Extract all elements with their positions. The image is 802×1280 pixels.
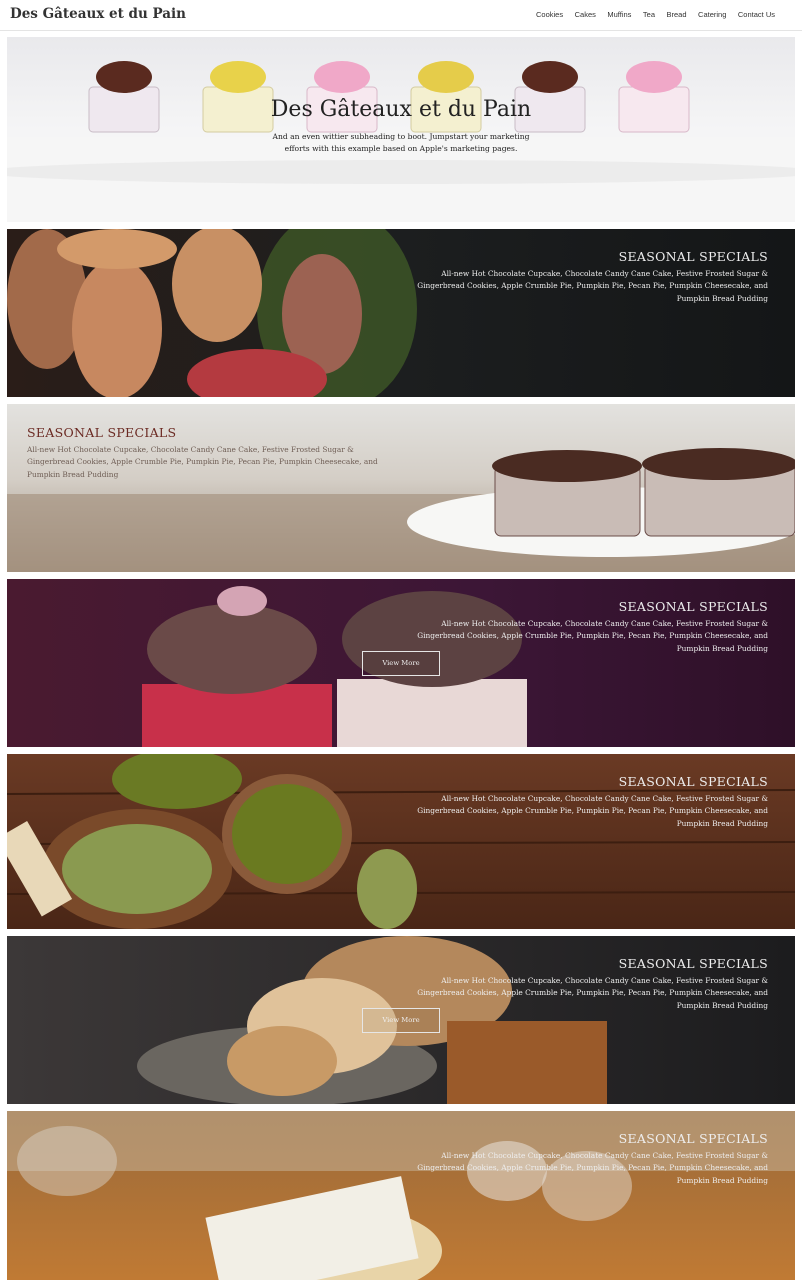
nav-link-cakes[interactable]: Cakes [575, 10, 596, 19]
panel-description: All-new Hot Chocolate Cupcake, Chocolate… [417, 1151, 768, 1185]
panel-description: All-new Hot Chocolate Cupcake, Chocolate… [417, 269, 768, 303]
panel-title: SEASONAL SPECIALS [618, 774, 768, 789]
panel-title: SEASONAL SPECIALS [618, 1131, 768, 1146]
panel-title: SEASONAL SPECIALS [618, 599, 768, 614]
feature-panel-catering: SEASONAL SPECIALS All-new Hot Chocolate … [7, 1111, 795, 1280]
nav-link-cookies[interactable]: Cookies [536, 10, 563, 19]
panel-description: All-new Hot Chocolate Cupcake, Chocolate… [417, 619, 768, 653]
brand-logo[interactable]: Des Gâteaux et du Pain [10, 6, 186, 22]
feature-panel-tea: SEASONAL SPECIALS All-new Hot Chocolate … [7, 754, 795, 929]
nav-link-catering[interactable]: Catering [698, 10, 726, 19]
feature-panel-macarons: SEASONAL SPECIALS All-new Hot Chocolate … [7, 229, 795, 397]
hero-subtitle: And an even wittier subheading to boot. … [272, 132, 530, 153]
panel-caption: SEASONAL SPECIALS All-new Hot Chocolate … [27, 425, 387, 481]
panel-caption: SEASONAL SPECIALS All-new Hot Chocolate … [408, 956, 768, 1012]
hero-title: Des Gâteaux et du Pain [270, 97, 532, 122]
panel-description: All-new Hot Chocolate Cupcake, Chocolate… [417, 794, 768, 828]
nav-link-bread[interactable]: Bread [667, 10, 687, 19]
panel-description: All-new Hot Chocolate Cupcake, Chocolate… [417, 976, 768, 1010]
nav-link-contact[interactable]: Contact Us [738, 10, 775, 19]
panel-caption: SEASONAL SPECIALS All-new Hot Chocolate … [408, 774, 768, 830]
panel-caption: SEASONAL SPECIALS All-new Hot Chocolate … [408, 249, 768, 305]
panel-caption: SEASONAL SPECIALS All-new Hot Chocolate … [408, 1131, 768, 1187]
panel-title: SEASONAL SPECIALS [618, 956, 768, 971]
nav-link-muffins[interactable]: Muffins [607, 10, 631, 19]
panel-title: SEASONAL SPECIALS [27, 425, 177, 440]
view-more-button[interactable]: View More [362, 651, 440, 676]
hero-cupcakes-image [7, 37, 795, 222]
feature-panel-muffins: SEASONAL SPECIALS All-new Hot Chocolate … [7, 404, 795, 572]
navbar: Des Gâteaux et du Pain Cookies Cakes Muf… [0, 0, 802, 31]
view-more-button[interactable]: View More [362, 1008, 440, 1033]
panel-caption: SEASONAL SPECIALS All-new Hot Chocolate … [408, 599, 768, 655]
hero-banner: Des Gâteaux et du Pain And an even witti… [7, 37, 795, 222]
panel-title: SEASONAL SPECIALS [618, 249, 768, 264]
panel-description: All-new Hot Chocolate Cupcake, Chocolate… [27, 445, 378, 479]
feature-panel-bread: SEASONAL SPECIALS All-new Hot Chocolate … [7, 936, 795, 1104]
nav-link-tea[interactable]: Tea [643, 10, 655, 19]
nav-links: Cookies Cakes Muffins Tea Bread Catering… [525, 10, 775, 19]
feature-panel-cupcakes: SEASONAL SPECIALS All-new Hot Chocolate … [7, 579, 795, 747]
